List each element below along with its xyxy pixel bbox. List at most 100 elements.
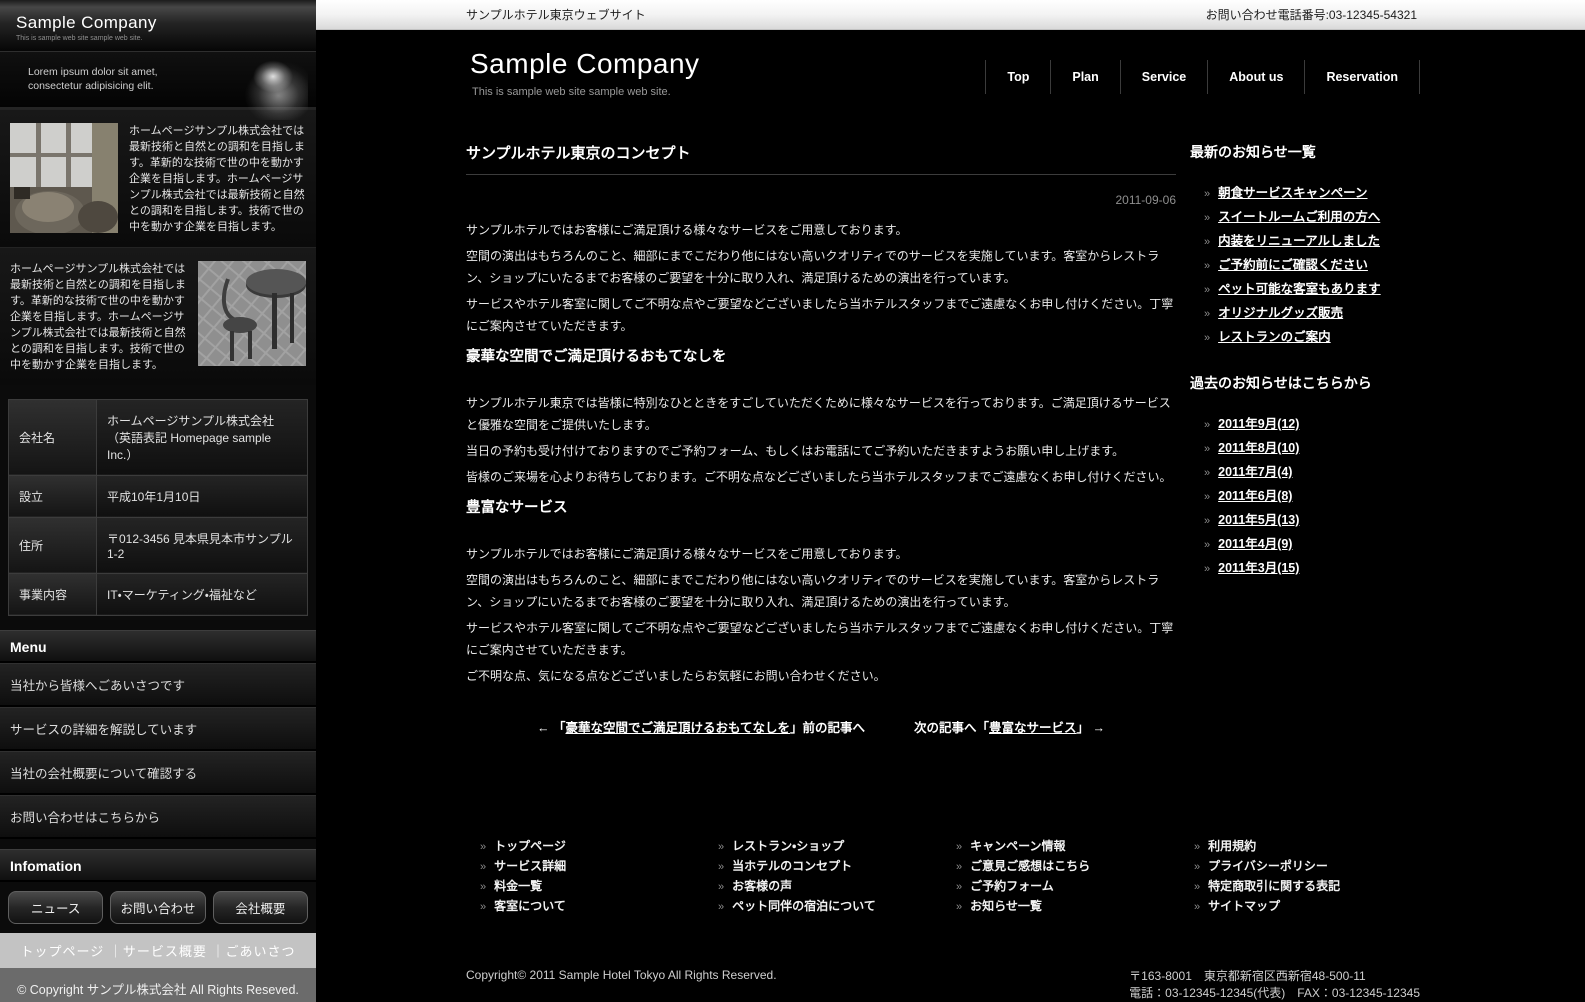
- footer-link[interactable]: ご予約フォーム: [970, 879, 1054, 893]
- archive-link[interactable]: 2011年8月(10): [1218, 441, 1299, 455]
- footer-link[interactable]: お客様の声: [732, 879, 792, 893]
- portrait-photo: [216, 56, 308, 120]
- company-info-table: 会社名 ホームページサンプル株式会社 （英語表記 Homepage sample…: [0, 385, 316, 620]
- sidebar-banner: Lorem ipsum dolor sit amet, consectetur …: [0, 51, 316, 108]
- sidebar-item-contact[interactable]: お問い合わせはこちらから: [0, 795, 316, 839]
- news-link[interactable]: レストランのご案内: [1218, 330, 1331, 344]
- footer-link[interactable]: 当ホテルのコンセプト: [732, 859, 852, 873]
- list-item: »サービス詳細: [480, 860, 704, 873]
- sidebar-logo-tagline: This is sample web site sample web site.: [16, 35, 300, 42]
- list-item: »ご意見ご感想はこちら: [956, 860, 1180, 873]
- site-header: Sample Company This is sample web site s…: [316, 30, 1585, 122]
- news-link[interactable]: ペット可能な客室もあります: [1218, 282, 1381, 296]
- window-chair-photo: [10, 123, 118, 233]
- sidebar-bottom-nav[interactable]: トップページ ｜サービス概要 ｜ごあいさつ: [0, 933, 316, 969]
- section-heading-hospitality: 豪華な空間でご満足頂けるおもてなしを: [466, 345, 1176, 366]
- news-link[interactable]: 朝食サービスキャンペーン: [1218, 186, 1367, 200]
- archive-link[interactable]: 2011年4月(9): [1218, 537, 1292, 551]
- arrow-right-icon: »: [956, 881, 962, 893]
- footer-link[interactable]: ご意見ご感想はこちら: [970, 859, 1090, 873]
- archive-link[interactable]: 2011年7月(4): [1218, 465, 1292, 479]
- page: Sample Company This is sample web site s…: [0, 0, 1585, 1002]
- arrow-right-icon: »: [1204, 515, 1210, 527]
- arrow-right-icon: »: [718, 901, 724, 913]
- arrow-right-icon: »: [1204, 284, 1210, 296]
- news-link[interactable]: ご予約前にご確認ください: [1218, 258, 1368, 272]
- list-item: » スイートルームご利用の方へ: [1204, 210, 1420, 225]
- archive-list: »2011年9月(12) »2011年8月(10) »2011年7月(4) »2…: [1190, 417, 1420, 576]
- sidebar-item-company[interactable]: 当社の会社概要について確認する: [0, 751, 316, 795]
- article-paragraph: ご不明な点、気になる点などございましたらお気軽にお問い合わせください。: [466, 665, 1176, 687]
- list-item: »2011年9月(12): [1204, 417, 1420, 432]
- archive-link[interactable]: 2011年6月(8): [1218, 489, 1292, 503]
- company-founded-value: 平成10年1月10日: [97, 475, 308, 517]
- arrow-right-icon: »: [1204, 332, 1210, 344]
- list-item: »内装をリニューアルしました: [1204, 234, 1420, 249]
- post-navigation: ← 「豪華な空間でご満足頂けるおもてなしを」前の記事へ 次の記事へ「豊富なサービ…: [466, 717, 1176, 736]
- footer-link[interactable]: キャンペーン情報: [970, 839, 1065, 853]
- arrow-right-icon: »: [1204, 188, 1210, 200]
- article: サンプルホテル東京のコンセプト 2011-09-06 サンプルホテルではお客様に…: [466, 122, 1176, 736]
- footer-link[interactable]: お知らせ一覧: [970, 899, 1042, 913]
- article-paragraph: 空間の演出はもちろんのこと、細部にまでこだわり他にはない高いクオリティでのサービ…: [466, 245, 1176, 289]
- list-item: »2011年4月(9): [1204, 537, 1420, 552]
- nav-service[interactable]: Service: [1120, 60, 1207, 94]
- arrow-right-icon: »: [1204, 491, 1210, 503]
- footer-column-4: »利用規約 »プライバシーポリシー »特定商取引に関する表記 »サイトマップ: [1180, 840, 1418, 920]
- footer-link[interactable]: トップページ: [494, 839, 566, 853]
- sidebar-logo[interactable]: Sample Company This is sample web site s…: [0, 0, 316, 51]
- sidebar-item-service[interactable]: サービスの詳細を解説しています: [0, 707, 316, 751]
- arrow-right-icon: »: [1194, 901, 1200, 913]
- article-date: 2011-09-06: [466, 193, 1176, 207]
- sidebar-about-text-2: ホームページサンプル株式会社では最新技術と自然との調和を目指します。革新的な技術…: [10, 261, 187, 373]
- prev-article-link[interactable]: 豪華な空間でご満足頂けるおもてなしを: [565, 721, 790, 735]
- archive-link[interactable]: 2011年5月(13): [1218, 513, 1299, 527]
- arrow-right-icon: »: [1204, 467, 1210, 479]
- topbar-phone: お問い合わせ電話番号:03-12345-54321: [1206, 6, 1417, 23]
- nav-plan[interactable]: Plan: [1050, 60, 1119, 94]
- sidebar-copyright: © Copyright サンプル株式会社 All Rights Reseved.: [0, 968, 316, 1002]
- footer-link[interactable]: 客室について: [494, 899, 566, 913]
- arrow-right-icon: »: [956, 841, 962, 853]
- sidebar-information-heading: Infomation: [0, 849, 316, 882]
- list-item: »お客様の声: [718, 880, 942, 893]
- news-button[interactable]: ニュース: [8, 891, 103, 924]
- site-title[interactable]: Sample Company: [470, 48, 700, 80]
- arrow-right-icon: »: [718, 861, 724, 873]
- footer-link[interactable]: サービス詳細: [494, 859, 566, 873]
- list-item: »2011年3月(15): [1204, 561, 1420, 576]
- next-article-link[interactable]: 豊富なサービス: [989, 721, 1077, 735]
- footer-link[interactable]: 利用規約: [1208, 839, 1256, 853]
- arrow-right-icon: »: [1204, 212, 1210, 224]
- news-link[interactable]: スイートルームご利用の方へ: [1218, 210, 1380, 224]
- archive-link[interactable]: 2011年9月(12): [1218, 417, 1299, 431]
- sidebar-menu-heading: Menu: [0, 630, 316, 663]
- footer-link[interactable]: プライバシーポリシー: [1208, 859, 1328, 873]
- next-bracket: 」: [1077, 721, 1090, 735]
- table-row: 設立 平成10年1月10日: [9, 475, 308, 517]
- prev-arrow-icon: ←: [537, 721, 550, 735]
- sidebar-item-greeting[interactable]: 当社から皆様へごあいさつです: [0, 663, 316, 707]
- nav-reservation[interactable]: Reservation: [1304, 60, 1420, 94]
- nav-about-us[interactable]: About us: [1207, 60, 1304, 94]
- arrow-right-icon: »: [718, 841, 724, 853]
- list-item: »客室について: [480, 900, 704, 913]
- archive-link[interactable]: 2011年3月(15): [1218, 561, 1299, 575]
- sidebar-info-buttons: ニュース お問い合わせ 会社概要: [0, 882, 316, 933]
- footer-link[interactable]: 特定商取引に関する表記: [1208, 879, 1340, 893]
- nav-top[interactable]: Top: [985, 60, 1050, 94]
- prev-bracket: 「: [553, 721, 566, 735]
- company-name-value: ホームページサンプル株式会社 （英語表記 Homepage sample Inc…: [97, 399, 308, 475]
- list-item: »ご予約前にご確認ください: [1204, 258, 1420, 273]
- contact-button[interactable]: お問い合わせ: [110, 891, 205, 924]
- company-overview-button[interactable]: 会社概要: [213, 891, 308, 924]
- news-link[interactable]: オリジナルグッズ販売: [1218, 306, 1343, 320]
- footer-address-block: 〒163-8001 東京都新宿区西新宿48-500-11 電話：03-12345…: [1129, 968, 1420, 1002]
- footer-link[interactable]: 料金一覧: [494, 879, 542, 893]
- footer-link[interactable]: サイトマップ: [1208, 899, 1280, 913]
- patio-table-photo: [198, 261, 306, 366]
- list-item: » 2011年5月(13): [1204, 513, 1420, 528]
- footer-link[interactable]: レストラン・ショップ: [732, 839, 844, 853]
- news-link[interactable]: 内装をリニューアルしました: [1218, 234, 1380, 248]
- footer-link[interactable]: ペット同伴の宿泊について: [732, 899, 876, 913]
